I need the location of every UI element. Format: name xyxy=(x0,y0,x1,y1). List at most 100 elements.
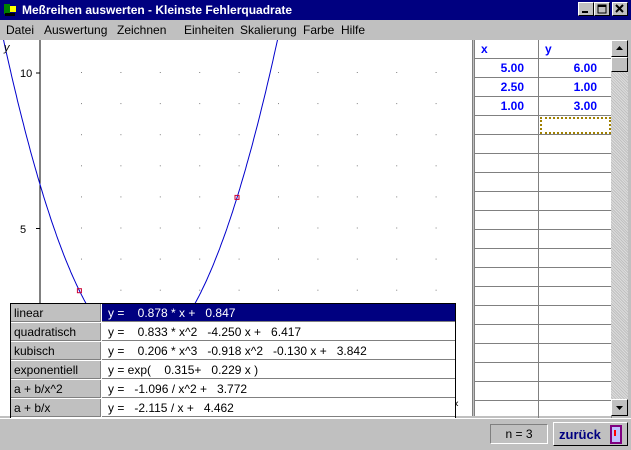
grid-cell-y[interactable] xyxy=(539,173,612,192)
grid-cell-x[interactable]: 5.00 xyxy=(475,59,539,78)
fit-row-a-b-x2[interactable]: a + b/x^2 y = -1.096 / x^2 + 3.772 xyxy=(11,380,455,399)
menu-zeichnen[interactable]: Zeichnen xyxy=(117,23,166,37)
grid-cell-x[interactable] xyxy=(475,325,539,344)
maximize-button[interactable] xyxy=(594,2,610,16)
grid-cell-y[interactable] xyxy=(539,211,612,230)
scroll-down-button[interactable] xyxy=(611,399,628,416)
fit-name: linear xyxy=(11,304,101,322)
grid-cell-y[interactable]: 3.00 xyxy=(539,97,612,116)
grid-cell-y[interactable] xyxy=(539,116,612,135)
point-count: n = 3 xyxy=(490,424,548,444)
scroll-up-button[interactable] xyxy=(611,40,628,57)
grid-dot xyxy=(120,103,122,105)
grid-cell-y[interactable] xyxy=(539,306,612,325)
grid-cell-x[interactable] xyxy=(475,363,539,382)
grid-dot xyxy=(159,165,161,167)
close-button[interactable] xyxy=(612,2,628,16)
grid-dot xyxy=(159,289,161,291)
scroll-thumb[interactable] xyxy=(611,57,628,72)
grid-cell-x[interactable]: 2.50 xyxy=(475,78,539,97)
grid-dot xyxy=(435,289,437,291)
grid-dot xyxy=(278,103,279,105)
grid-cell-x[interactable] xyxy=(475,249,539,268)
window-title: Meßreihen auswerten - Kleinste Fehlerqua… xyxy=(22,3,293,17)
grid-dot xyxy=(159,196,161,198)
close-icon xyxy=(615,4,624,13)
fit-name: a + b/x xyxy=(11,399,101,417)
grid-cell-y[interactable]: 6.00 xyxy=(539,59,612,78)
grid-cell-x[interactable] xyxy=(475,154,539,173)
menu-bar: Datei Auswertung Zeichnen Einheiten Skal… xyxy=(0,20,631,39)
grid-cell-y[interactable] xyxy=(539,344,612,363)
grid-dot xyxy=(317,103,319,105)
back-button-label: zurück xyxy=(559,427,601,442)
menu-einheiten[interactable]: Einheiten xyxy=(184,23,234,37)
collapse-chevron-icon[interactable]: ‹ xyxy=(455,398,459,410)
arrow-down-icon xyxy=(616,406,623,410)
grid-cell-y[interactable] xyxy=(539,192,612,211)
grid-cell-y[interactable] xyxy=(539,230,612,249)
grid-cell-y[interactable] xyxy=(539,135,612,154)
grid-cell-y[interactable] xyxy=(539,363,612,382)
grid-cell-y[interactable]: 1.00 xyxy=(539,78,612,97)
grid-dot xyxy=(317,258,319,260)
grid-dot xyxy=(238,227,240,229)
grid-dot xyxy=(356,103,358,105)
grid-cell-y[interactable] xyxy=(539,268,612,287)
grid-cell-x[interactable] xyxy=(475,116,539,135)
column-header-x[interactable]: x xyxy=(475,40,539,59)
grid-dot xyxy=(356,134,358,136)
y-tick-label: 10 xyxy=(20,68,33,80)
grid-dot xyxy=(120,165,122,167)
grid-dot xyxy=(356,227,358,229)
grid-dot xyxy=(199,165,201,167)
grid-cell-x[interactable] xyxy=(475,268,539,287)
menu-skalierung[interactable]: Skalierung xyxy=(240,23,297,37)
fit-row-kubisch[interactable]: kubisch y = 0.206 * x^3 -0.918 x^2 -0.13… xyxy=(11,342,455,361)
fit-row-linear[interactable]: linear y = 0.878 * x + 0.847 xyxy=(11,304,455,323)
fit-row-quadratisch[interactable]: quadratisch y = 0.833 * x^2 -4.250 x + 6… xyxy=(11,323,455,342)
fit-row-a-b-x[interactable]: a + b/x y = -2.115 / x + 4.462 xyxy=(11,399,455,418)
grid-cell-x[interactable] xyxy=(475,192,539,211)
y-tick-label: 5 xyxy=(20,224,27,236)
grid-cell-x[interactable]: 1.00 xyxy=(475,97,539,116)
maximize-icon xyxy=(597,4,607,14)
grid-cell-y[interactable] xyxy=(539,325,612,344)
app-icon xyxy=(4,4,16,16)
grid-cell-x[interactable] xyxy=(475,344,539,363)
grid-cell-x[interactable] xyxy=(475,287,539,306)
scroll-track[interactable] xyxy=(611,72,628,399)
grid-cell-x[interactable] xyxy=(475,230,539,249)
grid-cell-x[interactable] xyxy=(475,173,539,192)
grid-dot xyxy=(120,258,122,260)
grid-dot xyxy=(159,134,161,136)
grid-dot xyxy=(435,134,437,136)
grid-cell-x[interactable] xyxy=(475,382,539,401)
fit-row-exponentiell[interactable]: exponentiell y = exp( 0.315+ 0.229 x ) xyxy=(11,361,455,380)
grid-dot xyxy=(356,258,358,260)
menu-datei[interactable]: Datei xyxy=(6,23,34,37)
vertical-scrollbar[interactable] xyxy=(611,40,628,416)
minimize-button[interactable] xyxy=(578,2,594,16)
menu-hilfe[interactable]: Hilfe xyxy=(341,23,365,37)
minimize-icon xyxy=(582,11,588,13)
grid-cell-y[interactable] xyxy=(539,249,612,268)
grid-dot xyxy=(199,103,201,105)
back-button[interactable]: zurück xyxy=(553,422,628,446)
grid-cell-y[interactable] xyxy=(539,154,612,173)
grid-cell-x[interactable] xyxy=(475,211,539,230)
data-grid: x y 5.00 6.00 2.50 1.00 1.00 3.00 xyxy=(474,40,612,420)
fit-equation: y = 0.833 * x^2 -4.250 x + 6.417 xyxy=(102,323,455,341)
grid-dot xyxy=(199,72,201,73)
grid-cell-x[interactable] xyxy=(475,306,539,325)
grid-cell-x[interactable] xyxy=(475,135,539,154)
grid-dot xyxy=(199,227,201,229)
grid-dot xyxy=(317,196,319,198)
grid-dot xyxy=(278,165,279,167)
menu-auswertung[interactable]: Auswertung xyxy=(44,23,107,37)
grid-dot xyxy=(435,227,437,229)
grid-cell-y[interactable] xyxy=(539,287,612,306)
column-header-y[interactable]: y xyxy=(539,40,612,59)
menu-farbe[interactable]: Farbe xyxy=(303,23,334,37)
grid-cell-y[interactable] xyxy=(539,382,612,401)
